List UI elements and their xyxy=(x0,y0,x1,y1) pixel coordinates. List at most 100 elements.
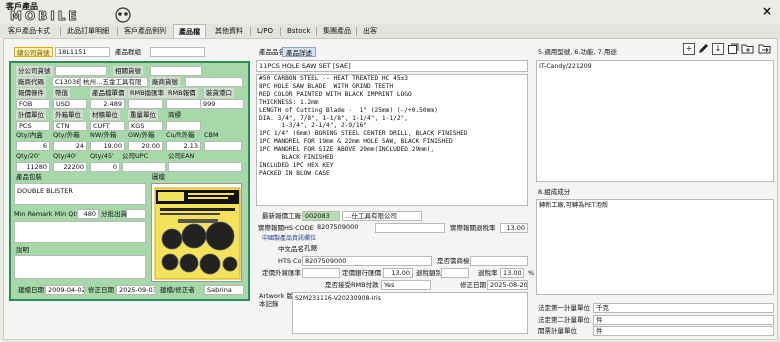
mid-modified-field[interactable]: 2025-08-20 xyxy=(487,280,528,290)
refund-type-field[interactable] xyxy=(441,268,469,278)
quote-cond-label: 報價條件 xyxy=(16,88,46,98)
currency-label: 幣值 xyxy=(53,88,70,98)
hole-saw-package-icon xyxy=(154,187,241,280)
qty20-field[interactable]: 11280 xyxy=(16,162,50,172)
hs-code-field[interactable]: 8207509000 xyxy=(315,223,375,233)
cuft-field[interactable]: 2.13 xyxy=(166,141,201,151)
unit2-field[interactable]: 件 xyxy=(593,315,774,325)
hts-code-field[interactable]: 8207509000 xyxy=(302,256,432,266)
product-description-area[interactable]: #50 CARBON STEEL -- HEAT TREATED HC 45±3… xyxy=(256,74,528,206)
rmb-quote-field[interactable] xyxy=(166,99,201,109)
branch-no-field[interactable] xyxy=(55,66,107,76)
refund-rate-field[interactable]: 13.00 xyxy=(500,268,524,278)
artwork-label: Artwork 版本記錄 xyxy=(259,292,293,308)
gw-label: GW/外箱 xyxy=(128,131,155,139)
unit3-label: 開票計量單位 xyxy=(538,327,577,335)
open-folder-icon[interactable] xyxy=(758,42,772,57)
usage-area[interactable]: IT-Candy/221209 xyxy=(536,60,774,182)
min-qty-field[interactable]: 480 xyxy=(77,209,99,219)
hs-code-label: 實際報關HS CODE xyxy=(258,224,314,232)
vendor-no-label: 廠商貨號 xyxy=(150,77,180,87)
close-button[interactable]: × xyxy=(762,4,772,18)
cn-name-field[interactable]: 孔鋸 xyxy=(302,244,432,254)
product-image[interactable] xyxy=(151,183,242,282)
product-group-field[interactable] xyxy=(150,47,205,57)
tab-product-file[interactable]: 產品檔 xyxy=(173,24,206,38)
unit3-field[interactable]: 件 xyxy=(593,326,774,336)
china-section-title: 中國製產品資訊欄位 xyxy=(262,235,317,242)
artwork-area[interactable]: S2M231116-V20230908-Iris xyxy=(292,292,528,334)
hs-code-extra-field[interactable] xyxy=(375,223,445,233)
qty45-label: Qty/45' xyxy=(90,152,114,160)
modifier-label: 建檔/修正者 xyxy=(160,286,195,294)
new-folder-icon[interactable] xyxy=(741,42,755,57)
related-no-label: 相關貨號 xyxy=(113,66,143,76)
remark-area[interactable] xyxy=(14,221,146,243)
created-label: 建檔日期 xyxy=(18,286,44,294)
modifier-field[interactable]: Sabrina xyxy=(204,285,244,295)
app-logo: MOBILE xyxy=(10,7,132,24)
tab-product-list[interactable]: 客戶產品例列 xyxy=(119,24,171,38)
tab-order-detail[interactable]: 此品訂單明細 xyxy=(62,24,114,38)
calc-unit-label: 計價單位 xyxy=(16,110,46,120)
unit1-field[interactable]: 千克 xyxy=(593,303,774,313)
refund-rate-label: 退稅率 xyxy=(478,269,498,277)
product-name-field[interactable]: 11PCS HOLE SAW SET [SAE] xyxy=(256,60,528,72)
tab-other-data[interactable]: 其他資料 xyxy=(210,24,248,38)
note-area[interactable] xyxy=(14,255,146,279)
qty-outer-label: Qty/外箱 xyxy=(53,131,80,139)
fixed-rate-field[interactable] xyxy=(302,268,340,278)
inspection-field[interactable] xyxy=(470,256,528,266)
tab-bstock[interactable]: Bstock xyxy=(282,24,315,38)
logo-head-icon xyxy=(115,7,131,23)
product-group-label: 產品群組 xyxy=(115,48,141,56)
customer-no-field[interactable]: 18L1151 xyxy=(55,47,110,57)
nw-field[interactable]: 19.00 xyxy=(90,141,125,151)
tab-export[interactable]: 出客 xyxy=(358,24,382,38)
vendor-code-field[interactable]: C13038 xyxy=(52,77,80,87)
branch-no-label: 分公司貨號 xyxy=(16,66,53,76)
inspection-label: 是否需商檢 xyxy=(437,257,470,265)
weight-unit-label: 重量單位 xyxy=(128,110,158,120)
latest-vendor-code-field[interactable]: 002083 xyxy=(302,211,340,221)
fixed-tax-field[interactable]: 13.00 xyxy=(383,268,413,278)
related-no-field[interactable] xyxy=(150,66,202,76)
copy-icon[interactable] xyxy=(727,42,740,57)
tax-rate-label: 實際報關退稅率 xyxy=(450,224,496,232)
packing-field[interactable]: DOUBLE BLISTER xyxy=(14,183,146,205)
edit-icon[interactable] xyxy=(697,42,710,57)
qty20-label: Qty/20' xyxy=(16,152,40,160)
tax-rate-field[interactable]: 13.00 xyxy=(500,223,528,233)
modified-field[interactable]: 2025-09-03 xyxy=(116,285,156,295)
vendor-no-field[interactable] xyxy=(185,77,243,87)
ean-field[interactable] xyxy=(168,162,242,172)
tab-customer-card[interactable]: 客戶產品卡式 xyxy=(3,24,55,38)
component-area[interactable]: 轉新工廠,可轉為PET泡殼 xyxy=(536,199,774,295)
tab-group-product[interactable]: 集團產品 xyxy=(318,24,356,38)
latest-vendor-name-field[interactable]: …仕工具有限公司 xyxy=(342,211,422,221)
port-field[interactable]: 999 xyxy=(200,99,244,109)
rmb-rate-field[interactable] xyxy=(128,99,163,109)
gw-field[interactable]: 20.00 xyxy=(128,141,163,151)
tab-lpo[interactable]: L/PO xyxy=(252,24,278,38)
qty-inner-field[interactable]: 6 xyxy=(16,141,50,151)
currency-field[interactable]: USD xyxy=(53,99,87,109)
unit-price-field[interactable]: 2.489 xyxy=(90,99,125,109)
cbm-field[interactable] xyxy=(204,141,242,151)
upc-field[interactable] xyxy=(122,162,166,172)
customer-no-label: 總公司貨號 xyxy=(14,47,53,57)
add-icon[interactable]: + xyxy=(683,43,695,55)
rmb-accept-field[interactable]: Yes xyxy=(381,280,431,290)
fixed-rate-label: 定價外貿匯率 xyxy=(262,269,301,277)
modified-label: 修正日期 xyxy=(88,286,114,294)
qty40-field[interactable]: 22200 xyxy=(53,162,87,172)
batch-field[interactable] xyxy=(126,209,146,219)
created-field[interactable]: 2009-04-02 xyxy=(45,285,85,295)
vendor-name-field[interactable]: 杭州…五金工具有限 xyxy=(80,77,148,87)
download-icon[interactable]: ↓ xyxy=(712,43,724,55)
qty-outer-field[interactable]: 24 xyxy=(53,141,87,151)
qty45-field[interactable]: 0 xyxy=(90,162,120,172)
batch-label: 分批出貨 xyxy=(101,210,127,218)
cbm-label: CBM xyxy=(204,131,219,139)
quote-cond-field[interactable]: FOB xyxy=(16,99,50,109)
